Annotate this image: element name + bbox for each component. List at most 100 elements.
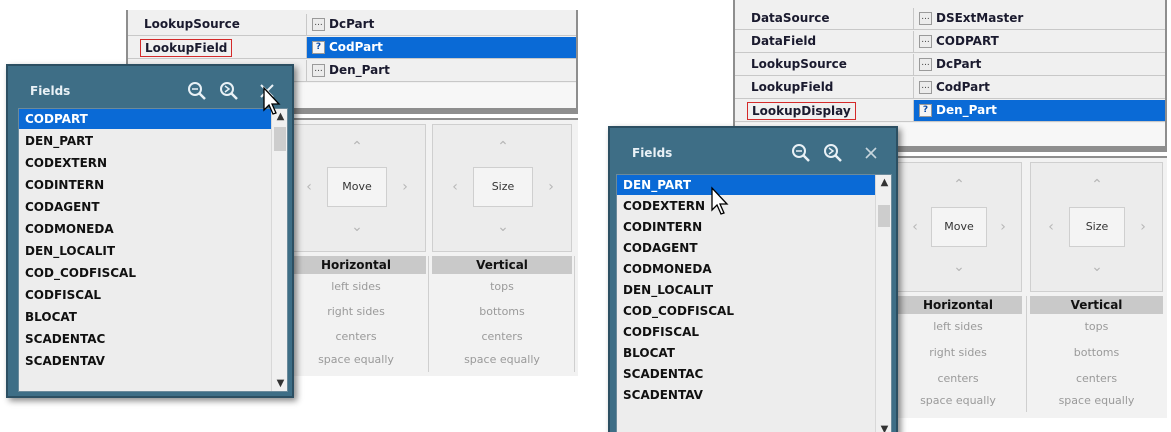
list-item[interactable]: COD_CODFISCAL — [617, 301, 875, 321]
list-item[interactable]: CODINTERN — [19, 175, 271, 195]
help-button[interactable]: ? — [919, 104, 932, 117]
prop-row-datasource[interactable]: DataSource ... DSExtMaster — [735, 8, 1165, 30]
move-up-arrow-icon[interactable]: ⌃ — [347, 139, 367, 155]
move-button[interactable]: Move — [931, 207, 987, 247]
align-bottoms[interactable]: bottoms — [432, 305, 572, 318]
prop-value-cell[interactable]: ... CodPart — [913, 77, 1165, 98]
move-down-arrow-icon[interactable]: ⌄ — [347, 219, 367, 235]
prop-row-lookupdisplay[interactable]: LookupDisplay ? Den_Part — [735, 100, 1165, 122]
prop-value-cell[interactable]: ... DcPart — [913, 54, 1165, 75]
align-left-sides[interactable]: left sides — [286, 280, 426, 293]
size-up-arrow-icon[interactable]: ⌃ — [1087, 177, 1107, 193]
scroll-thumb[interactable] — [274, 127, 286, 151]
search-icon[interactable] — [186, 80, 208, 102]
list-item[interactable]: SCADENTAV — [617, 385, 875, 405]
fields-list[interactable]: DEN_PART CODEXTERN CODINTERN CODAGENT CO… — [616, 174, 892, 432]
size-right-arrow-icon[interactable]: › — [1133, 219, 1153, 235]
align-right-sides[interactable]: right sides — [286, 305, 426, 318]
list-item[interactable]: CODEXTERN — [617, 196, 875, 216]
prop-value-cell[interactable]: ... CODPART — [913, 31, 1165, 52]
prop-name: LookupField — [751, 80, 834, 94]
size-button[interactable]: Size — [473, 167, 533, 207]
list-item[interactable]: DEN_PART — [617, 175, 875, 195]
list-scrollbar[interactable]: ▲ ▼ — [271, 109, 287, 391]
align-tops[interactable]: tops — [432, 280, 572, 293]
prop-value: DcPart — [329, 17, 375, 31]
prop-row-lookupsource[interactable]: LookupSource ... DcPart — [128, 14, 576, 36]
list-item[interactable]: CODMONEDA — [19, 219, 271, 239]
ellipsis-button[interactable]: ... — [312, 18, 325, 31]
list-item[interactable]: CODPART — [19, 109, 271, 129]
move-down-arrow-icon[interactable]: ⌄ — [949, 259, 969, 275]
move-right-arrow-icon[interactable]: › — [395, 179, 415, 195]
search-next-icon[interactable] — [218, 80, 240, 102]
help-button[interactable]: ? — [312, 41, 325, 54]
align-h-space-equally[interactable]: space equally — [894, 394, 1022, 407]
size-left-arrow-icon[interactable]: ‹ — [445, 179, 465, 195]
list-item[interactable]: BLOCAT — [617, 343, 875, 363]
move-left-arrow-icon[interactable]: ‹ — [905, 219, 925, 235]
prop-value-cell-selected[interactable]: ? Den_Part — [913, 100, 1165, 121]
scroll-up-icon[interactable]: ▲ — [876, 177, 891, 188]
move-right-arrow-icon[interactable]: › — [993, 219, 1013, 235]
prop-value-cell[interactable]: ... DSExtMaster — [913, 8, 1165, 29]
list-item[interactable]: SCADENTAC — [19, 329, 271, 349]
align-tops[interactable]: tops — [1030, 320, 1163, 333]
list-item[interactable]: DEN_LOCALIT — [617, 280, 875, 300]
size-up-arrow-icon[interactable]: ⌃ — [493, 139, 513, 155]
move-left-arrow-icon[interactable]: ‹ — [299, 179, 319, 195]
search-next-icon[interactable] — [822, 142, 844, 164]
close-icon[interactable] — [860, 142, 882, 164]
size-down-arrow-icon[interactable]: ⌄ — [493, 219, 513, 235]
align-v-space-equally[interactable]: space equally — [432, 353, 572, 366]
list-scrollbar[interactable]: ▲ ▼ — [875, 175, 891, 432]
prop-row-lookupsource[interactable]: LookupSource ... DcPart — [735, 54, 1165, 76]
align-h-centers[interactable]: centers — [894, 372, 1022, 385]
horizontal-header: Horizontal — [286, 256, 426, 274]
list-item[interactable]: CODEXTERN — [19, 153, 271, 173]
list-item[interactable]: CODFISCAL — [617, 322, 875, 342]
size-button[interactable]: Size — [1069, 207, 1125, 247]
fields-list[interactable]: CODPART DEN_PART CODEXTERN CODINTERN COD… — [18, 108, 288, 392]
list-item[interactable]: CODAGENT — [617, 238, 875, 258]
align-left-sides[interactable]: left sides — [894, 320, 1022, 333]
list-item[interactable]: SCADENTAV — [19, 351, 271, 371]
prop-row-lookupfield[interactable]: LookupField ? CodPart — [128, 37, 576, 59]
list-item[interactable]: CODINTERN — [617, 217, 875, 237]
prop-row-datafield[interactable]: DataField ... CODPART — [735, 31, 1165, 53]
list-item[interactable]: CODAGENT — [19, 197, 271, 217]
move-up-arrow-icon[interactable]: ⌃ — [949, 177, 969, 193]
align-h-centers[interactable]: centers — [286, 330, 426, 343]
size-right-arrow-icon[interactable]: › — [541, 179, 561, 195]
list-item[interactable]: SCADENTAC — [617, 364, 875, 384]
prop-value-cell-selected[interactable]: ? CodPart — [306, 37, 576, 58]
list-item[interactable]: BLOCAT — [19, 307, 271, 327]
size-down-arrow-icon[interactable]: ⌄ — [1087, 259, 1107, 275]
prop-row-lookupfield[interactable]: LookupField ... CodPart — [735, 77, 1165, 99]
ellipsis-button[interactable]: ... — [919, 81, 932, 94]
move-button[interactable]: Move — [327, 167, 387, 207]
prop-name-highlighted: LookupDisplay — [747, 102, 856, 120]
list-item[interactable]: DEN_PART — [19, 131, 271, 151]
align-v-centers[interactable]: centers — [1030, 372, 1163, 385]
search-icon[interactable] — [790, 142, 812, 164]
scroll-down-icon[interactable]: ▼ — [876, 424, 891, 432]
prop-value-cell[interactable]: ... DcPart — [306, 14, 576, 35]
size-left-arrow-icon[interactable]: ‹ — [1041, 219, 1061, 235]
ellipsis-button[interactable]: ... — [919, 35, 932, 48]
align-v-centers[interactable]: centers — [432, 330, 572, 343]
align-h-space-equally[interactable]: space equally — [286, 353, 426, 366]
align-bottoms[interactable]: bottoms — [1030, 346, 1163, 359]
align-v-space-equally[interactable]: space equally — [1030, 394, 1163, 407]
list-item[interactable]: COD_CODFISCAL — [19, 263, 271, 283]
align-right-sides[interactable]: right sides — [894, 346, 1022, 359]
list-item[interactable]: CODMONEDA — [617, 259, 875, 279]
scroll-down-icon[interactable]: ▼ — [272, 378, 287, 389]
list-item[interactable]: DEN_LOCALIT — [19, 241, 271, 261]
list-item[interactable]: CODFISCAL — [19, 285, 271, 305]
ellipsis-button[interactable]: ... — [312, 64, 325, 77]
scroll-thumb[interactable] — [878, 205, 890, 227]
ellipsis-button[interactable]: ... — [919, 12, 932, 25]
prop-value-cell[interactable]: ... Den_Part — [306, 60, 576, 81]
ellipsis-button[interactable]: ... — [919, 58, 932, 71]
